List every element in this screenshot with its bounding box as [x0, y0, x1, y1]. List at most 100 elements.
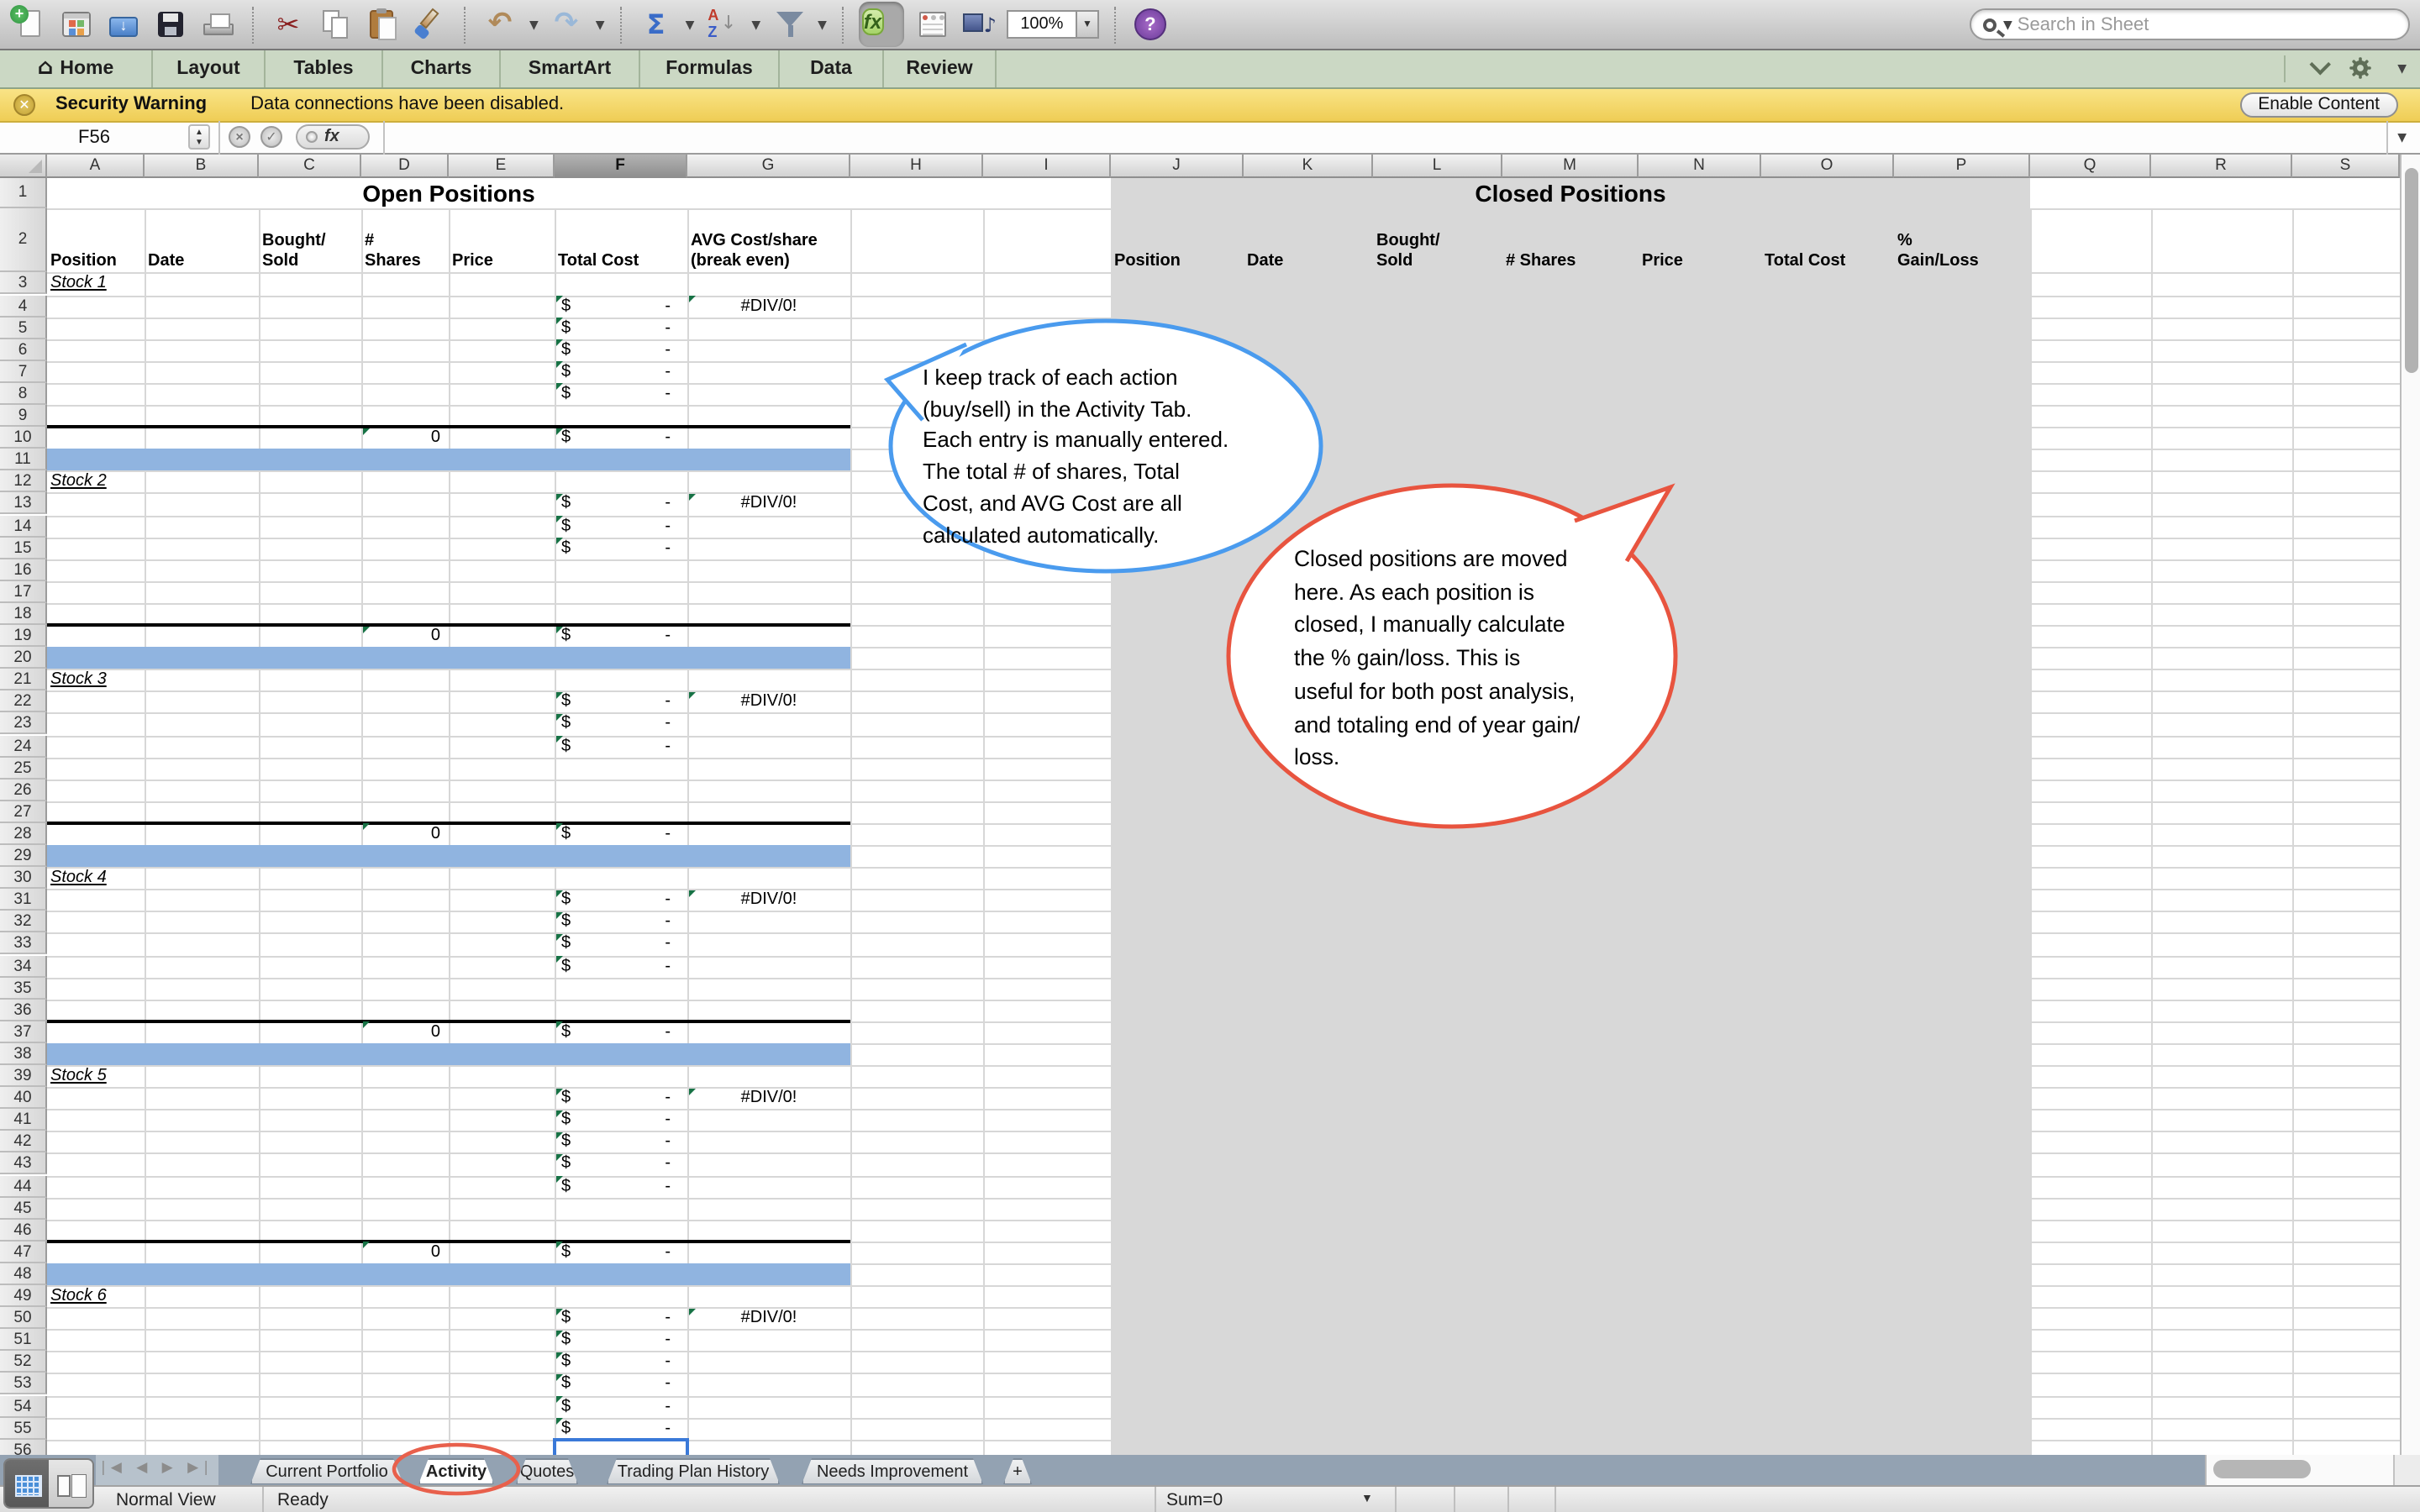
- row-header-27[interactable]: 27: [0, 801, 47, 823]
- row-header-45[interactable]: 45: [0, 1197, 47, 1220]
- row-header-38[interactable]: 38: [0, 1042, 47, 1065]
- header-cell-L2[interactable]: Bought/ Sold: [1373, 212, 1502, 272]
- header-cell-D2[interactable]: # Shares: [361, 212, 449, 272]
- row-header-26[interactable]: 26: [0, 779, 47, 801]
- row-header-51[interactable]: 51: [0, 1329, 47, 1352]
- formula-bar-dropdown-icon[interactable]: ▼: [2397, 131, 2407, 144]
- autosum-icon[interactable]: Σ: [637, 5, 676, 44]
- row-header-20[interactable]: 20: [0, 647, 47, 669]
- cut-icon[interactable]: ✂: [269, 5, 308, 44]
- row-header-9[interactable]: 9: [0, 405, 47, 428]
- row-header-22[interactable]: 22: [0, 690, 47, 713]
- select-all-corner[interactable]: [0, 155, 47, 177]
- header-cell-P2[interactable]: % Gain/Loss: [1894, 212, 2030, 272]
- ribbon-tab-data[interactable]: Data: [780, 50, 884, 87]
- sort-dropdown-icon[interactable]: ▼: [751, 18, 760, 31]
- gear-icon[interactable]: [2347, 56, 2372, 81]
- row-header-29[interactable]: 29: [0, 845, 47, 868]
- row-header-15[interactable]: 15: [0, 537, 47, 559]
- row-header-46[interactable]: 46: [0, 1219, 47, 1242]
- row-header-13[interactable]: 13: [0, 492, 47, 515]
- row-header-28[interactable]: 28: [0, 822, 47, 845]
- ribbon-tab-formulas[interactable]: Formulas: [640, 50, 780, 87]
- stock-label-Stock-5[interactable]: Stock 5: [47, 1065, 107, 1087]
- horizontal-scrollbar[interactable]: [2205, 1455, 2393, 1484]
- header-cell-N2[interactable]: Price: [1639, 212, 1761, 272]
- row-header-1[interactable]: 1: [0, 177, 47, 208]
- row-header-18[interactable]: 18: [0, 602, 47, 625]
- ribbon-tab-home[interactable]: ⌂ Home: [0, 50, 153, 87]
- header-cell-M2[interactable]: # Shares: [1502, 212, 1639, 272]
- row-header-3[interactable]: 3: [0, 272, 47, 295]
- row-header-10[interactable]: 10: [0, 427, 47, 449]
- sheet-tab-quotes[interactable]: Quotes: [516, 1458, 578, 1484]
- ribbon-tab-review[interactable]: Review: [884, 50, 997, 87]
- column-header-Q[interactable]: Q: [2030, 155, 2151, 177]
- column-header-R[interactable]: R: [2151, 155, 2292, 177]
- row-header-21[interactable]: 21: [0, 669, 47, 691]
- paste-icon[interactable]: [363, 5, 402, 44]
- row-header-4[interactable]: 4: [0, 295, 47, 318]
- header-cell-E2[interactable]: Price: [449, 212, 555, 272]
- column-header-C[interactable]: C: [259, 155, 361, 177]
- vertical-scrollbar-thumb[interactable]: [2404, 168, 2417, 373]
- cell-D37[interactable]: 0: [361, 1021, 440, 1043]
- row-header-44[interactable]: 44: [0, 1175, 47, 1198]
- new-document-icon[interactable]: +: [10, 5, 49, 44]
- row-header-49[interactable]: 49: [0, 1285, 47, 1308]
- column-header-J[interactable]: J: [1111, 155, 1244, 177]
- row-header-34[interactable]: 34: [0, 955, 47, 978]
- row-header-40[interactable]: 40: [0, 1087, 47, 1110]
- autosum-dropdown-icon[interactable]: ▼: [686, 18, 695, 31]
- sum-dropdown-icon[interactable]: ▼: [1361, 1493, 1373, 1504]
- add-sheet-tab[interactable]: +: [1003, 1458, 1032, 1484]
- tab-scroll-arrows[interactable]: |◀ ◀ ▶ ▶|: [96, 1455, 218, 1484]
- search-field[interactable]: ▼ Search in Sheet: [1970, 8, 2410, 40]
- column-header-N[interactable]: N: [1639, 155, 1761, 177]
- print-icon[interactable]: [198, 5, 237, 44]
- chevron-down-icon[interactable]: [2308, 54, 2331, 76]
- cell-G4-error[interactable]: #DIV/0!: [687, 295, 850, 317]
- stock-label-Stock-2[interactable]: Stock 2: [47, 471, 107, 493]
- column-header-B[interactable]: B: [145, 155, 259, 177]
- column-header-K[interactable]: K: [1244, 155, 1373, 177]
- open-file-icon[interactable]: [104, 5, 143, 44]
- column-header-G[interactable]: G: [687, 155, 850, 177]
- toolbox-icon[interactable]: [913, 5, 951, 44]
- column-header-L[interactable]: L: [1373, 155, 1502, 177]
- row-header-56[interactable]: 56: [0, 1439, 47, 1455]
- sheet-tab-trading-plan-history[interactable]: Trading Plan History: [607, 1458, 780, 1484]
- zoom-dropdown-icon[interactable]: ▼: [1076, 10, 1099, 39]
- ribbon-tab-charts[interactable]: Charts: [383, 50, 501, 87]
- horizontal-scrollbar-thumb[interactable]: [2213, 1460, 2311, 1478]
- stock-label-Stock-6[interactable]: Stock 6: [47, 1285, 107, 1307]
- ribbon-tab-smartart[interactable]: SmartArt: [501, 50, 640, 87]
- search-scope-dropdown-icon[interactable]: ▼: [2003, 18, 2012, 31]
- row-header-24[interactable]: 24: [0, 735, 47, 758]
- filter-dropdown-icon[interactable]: ▼: [818, 18, 827, 31]
- header-cell-C2[interactable]: Bought/ Sold: [259, 212, 361, 272]
- header-cell-J2[interactable]: Position: [1111, 212, 1244, 272]
- row-header-8[interactable]: 8: [0, 382, 47, 405]
- sheet-tab-needs-improvement[interactable]: Needs Improvement: [802, 1458, 983, 1484]
- header-cell-F2[interactable]: Total Cost: [555, 212, 687, 272]
- filter-icon[interactable]: [769, 5, 808, 44]
- column-header-F[interactable]: F: [555, 155, 687, 177]
- undo-icon[interactable]: ↶: [481, 5, 519, 44]
- ribbon-tab-tables[interactable]: Tables: [266, 50, 383, 87]
- cell-G13-error[interactable]: #DIV/0!: [687, 493, 850, 515]
- save-icon[interactable]: [151, 5, 190, 44]
- media-browser-icon[interactable]: ♪: [960, 5, 998, 44]
- row-header-48[interactable]: 48: [0, 1263, 47, 1285]
- header-cell-A2[interactable]: Position: [47, 212, 145, 272]
- column-header-S[interactable]: S: [2292, 155, 2400, 177]
- row-header-33[interactable]: 33: [0, 932, 47, 955]
- insert-function-button[interactable]: fx: [296, 124, 370, 150]
- row-header-35[interactable]: 35: [0, 977, 47, 1000]
- column-header-I[interactable]: I: [983, 155, 1111, 177]
- page-layout-view-button[interactable]: [49, 1459, 92, 1506]
- header-cell-K2[interactable]: Date: [1244, 212, 1373, 272]
- row-header-5[interactable]: 5: [0, 317, 47, 339]
- stock-label-Stock-4[interactable]: Stock 4: [47, 867, 107, 889]
- cell-G22-error[interactable]: #DIV/0!: [687, 691, 850, 713]
